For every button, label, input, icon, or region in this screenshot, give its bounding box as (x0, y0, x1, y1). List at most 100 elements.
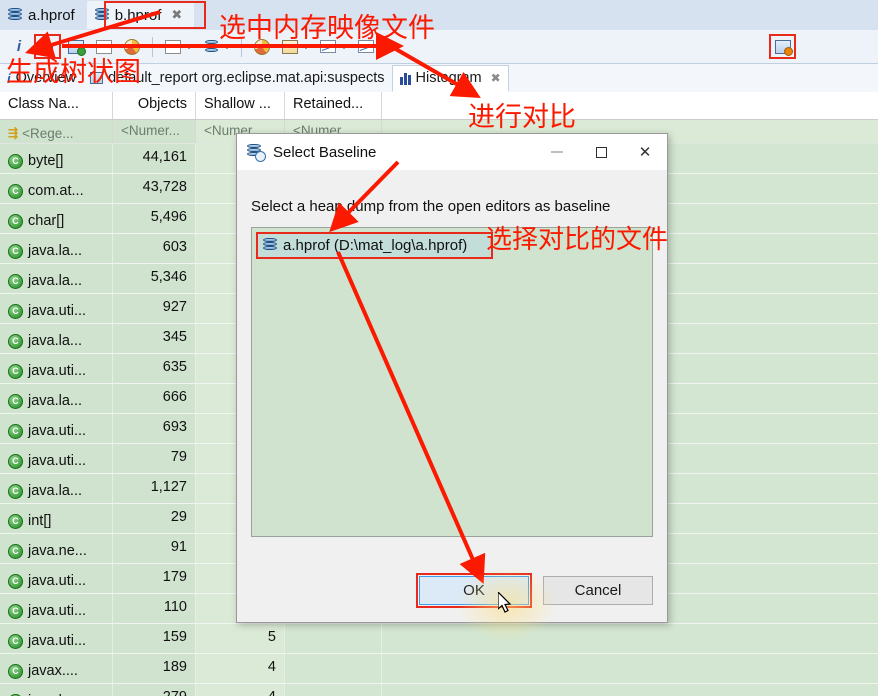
minimize-button[interactable] (535, 135, 579, 169)
cell-objects: 43,728 (113, 174, 196, 203)
column-header-class-name[interactable]: Class Na... (0, 92, 113, 119)
chart-icon[interactable] (315, 34, 341, 60)
cell-class-name: Cjava.la... (0, 324, 113, 353)
table-row[interactable]: Cjava.uti... 159 5 (0, 624, 878, 654)
class-icon: C (8, 243, 23, 259)
tab-overview[interactable]: i Overview (0, 65, 83, 92)
editor-tab-a-hprof[interactable]: a.hprof (0, 1, 87, 29)
cell-shallow-heap: 4 (196, 684, 285, 696)
heap-dump-icon (94, 7, 109, 23)
dialog-prompt: Select a heap dump from the open editors… (251, 198, 611, 215)
cell-class-name: Cjava.ne... (0, 534, 113, 563)
class-name-label: java.la... (28, 393, 82, 409)
cell-class-name: Cjava.uti... (0, 414, 113, 443)
cell-objects: 79 (113, 444, 196, 473)
column-header-shallow-heap[interactable]: Shallow ... (196, 92, 285, 119)
table-row[interactable]: Cjavax.... 189 4 (0, 654, 878, 684)
bar-chart-glyph (42, 40, 53, 54)
info-icon: i (7, 70, 11, 86)
column-header-objects[interactable]: Objects (113, 92, 196, 119)
dialog-title: Select Baseline (273, 143, 377, 161)
list-item[interactable]: a.hprof (D:\mat_log\a.hprof) (256, 232, 493, 259)
info-icon[interactable]: i (6, 34, 32, 60)
cell-class-name: Cjavax.... (0, 654, 113, 683)
close-icon[interactable]: ✖ (171, 7, 182, 23)
class-icon: C (8, 273, 23, 289)
class-icon: C (8, 573, 23, 589)
cell-objects: 603 (113, 234, 196, 263)
pie-chart-icon[interactable] (249, 34, 275, 60)
cell-class-name: Cjava.uti... (0, 294, 113, 323)
filter-objects[interactable]: <Numer... (113, 120, 196, 143)
class-icon: C (8, 633, 23, 649)
cell-retained-heap (285, 654, 382, 683)
cell-spacer (382, 654, 878, 683)
cell-class-name: Cchar[] (0, 204, 113, 233)
cancel-button[interactable]: Cancel (543, 576, 653, 605)
class-icon: C (8, 663, 23, 679)
cell-retained-heap (285, 684, 382, 696)
class-icon: C (8, 453, 23, 469)
cell-class-name: Cjava.la... (0, 474, 113, 503)
filter-icon: ⇶ (8, 126, 19, 140)
open-query-icon[interactable] (277, 34, 303, 60)
maximize-button[interactable] (579, 135, 623, 169)
report-icon[interactable] (160, 34, 186, 60)
ok-button[interactable]: OK (416, 573, 532, 608)
close-button[interactable]: ✕ (623, 135, 667, 169)
settings-icon[interactable] (119, 34, 145, 60)
chevron-down-icon[interactable] (223, 44, 231, 49)
cell-objects: 5,346 (113, 264, 196, 293)
heap-dump-search-icon (247, 143, 266, 162)
class-icon: C (8, 423, 23, 439)
class-name-label: java.uti... (28, 423, 87, 439)
select-baseline-dialog: Select Baseline ✕ Select a heap dump fro… (236, 133, 668, 623)
tab-label: default_report org.eclipse.mat.api:suspe… (108, 70, 385, 86)
cell-objects: 1,127 (113, 474, 196, 503)
cell-objects: 927 (113, 294, 196, 323)
dialog-body: Select a heap dump from the open editors… (237, 170, 667, 537)
class-icon: C (8, 483, 23, 499)
cell-objects: 110 (113, 594, 196, 623)
cell-class-name: Ccom.at... (0, 174, 113, 203)
column-header-spacer (382, 92, 878, 119)
class-icon: C (8, 183, 23, 199)
cell-class-name: Cint[] (0, 504, 113, 533)
editor-tab-b-hprof[interactable]: b.hprof ✖ (86, 1, 195, 29)
chevron-down-icon[interactable] (378, 44, 386, 49)
class-icon: C (8, 333, 23, 349)
cell-shallow-heap: 5 (196, 624, 285, 653)
filter-text: <Rege... (22, 125, 74, 141)
class-icon: C (8, 213, 23, 229)
class-name-label: java.uti... (28, 303, 87, 319)
close-icon[interactable]: ✖ (491, 71, 501, 85)
cell-objects: 189 (113, 654, 196, 683)
dominator-tree-icon[interactable] (63, 34, 89, 60)
view-tab-bar: i Overview default_report org.eclipse.ma… (0, 64, 878, 93)
class-name-label: byte[] (28, 153, 64, 169)
oql-icon[interactable] (91, 34, 117, 60)
cell-retained-heap (285, 624, 382, 653)
tab-histogram[interactable]: Histogram ✖ (391, 64, 509, 92)
column-header-retained-heap[interactable]: Retained... (285, 92, 382, 119)
line-chart-icon[interactable] (353, 34, 379, 60)
editor-tab-label: a.hprof (28, 6, 75, 24)
filter-class-name[interactable]: ⇶ <Rege... (0, 120, 113, 143)
cell-class-name: Cjava.uti... (0, 444, 113, 473)
tab-label: Overview (15, 70, 77, 86)
chevron-down-icon[interactable] (185, 44, 193, 49)
cell-objects: 179 (113, 564, 196, 593)
cell-objects: 666 (113, 384, 196, 413)
baseline-list[interactable]: a.hprof (D:\mat_log\a.hprof) (251, 227, 653, 537)
class-name-label: java.la... (28, 333, 82, 349)
histogram-icon[interactable] (34, 34, 61, 59)
table-row[interactable]: Cjava.la...2794 (0, 684, 878, 696)
heap-dump-query-icon[interactable] (198, 34, 224, 60)
tab-default-report[interactable]: default_report org.eclipse.mat.api:suspe… (83, 65, 391, 92)
list-item-label: a.hprof (D:\mat_log\a.hprof) (283, 237, 468, 254)
class-name-label: java.la... (28, 273, 82, 289)
chevron-down-icon[interactable] (302, 44, 310, 49)
chevron-down-icon[interactable] (340, 44, 348, 49)
compare-baseline-icon[interactable] (769, 34, 796, 59)
class-name-label: java.la... (28, 243, 82, 259)
